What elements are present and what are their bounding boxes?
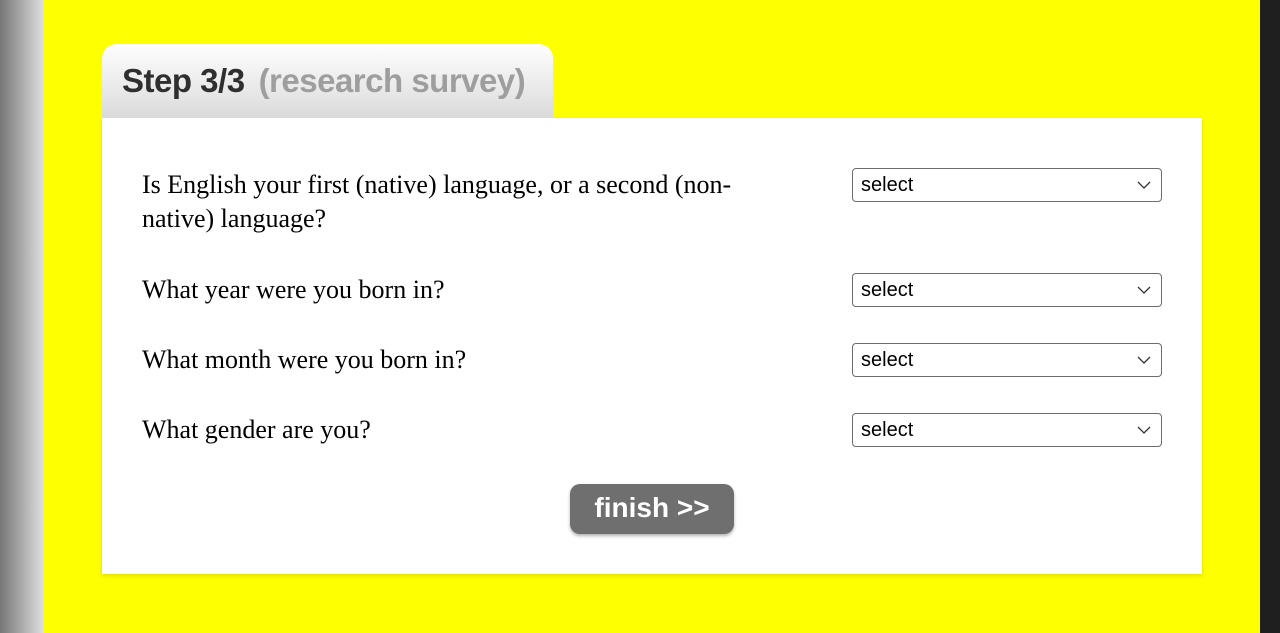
select-wrap: select	[852, 168, 1162, 202]
english-native-select[interactable]: select	[852, 168, 1162, 202]
question-gender: What gender are you?	[142, 413, 802, 447]
question-row: Is English your first (native) language,…	[142, 168, 1162, 237]
birth-month-select[interactable]: select	[852, 343, 1162, 377]
finish-button[interactable]: finish >>	[570, 484, 733, 534]
question-birth-month: What month were you born in?	[142, 343, 802, 377]
question-english-native: Is English your first (native) language,…	[142, 168, 802, 237]
question-row: What year were you born in? select	[142, 273, 1162, 307]
birth-year-select[interactable]: select	[852, 273, 1162, 307]
left-gradient	[0, 0, 44, 633]
finish-row: finish >>	[142, 484, 1162, 534]
step-subtitle: (research survey)	[259, 62, 526, 100]
step-label: Step 3/3	[122, 62, 245, 100]
step-tab: Step 3/3 (research survey)	[102, 44, 553, 118]
question-birth-year: What year were you born in?	[142, 273, 802, 307]
gender-select[interactable]: select	[852, 413, 1162, 447]
right-dark-strip	[1260, 0, 1280, 633]
main-area: Step 3/3 (research survey) Is English yo…	[44, 0, 1260, 633]
select-wrap: select	[852, 273, 1162, 307]
question-row: What month were you born in? select	[142, 343, 1162, 377]
select-wrap: select	[852, 413, 1162, 447]
select-wrap: select	[852, 343, 1162, 377]
survey-panel: Is English your first (native) language,…	[102, 118, 1202, 574]
question-row: What gender are you? select	[142, 413, 1162, 447]
